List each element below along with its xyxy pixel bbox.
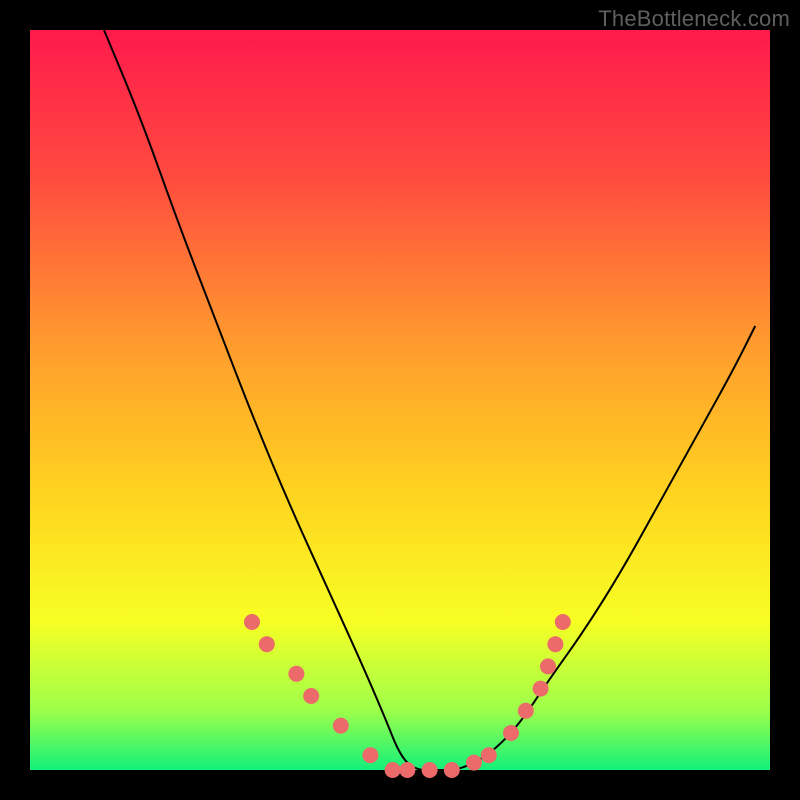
marker-dot: [385, 762, 401, 778]
marker-dot: [555, 614, 571, 630]
marker-dot: [444, 762, 460, 778]
marker-dot: [333, 718, 349, 734]
watermark-text: TheBottleneck.com: [598, 6, 790, 32]
marker-dot: [547, 636, 563, 652]
marker-dot: [533, 681, 549, 697]
marker-dot: [540, 658, 556, 674]
marker-dot: [303, 688, 319, 704]
plot-area: [30, 30, 770, 770]
marker-dot: [399, 762, 415, 778]
marker-dot: [288, 666, 304, 682]
chart-container: TheBottleneck.com: [0, 0, 800, 800]
marker-dot: [259, 636, 275, 652]
marker-dot: [481, 747, 497, 763]
marker-dot: [422, 762, 438, 778]
marker-dot: [466, 755, 482, 771]
marker-dot: [362, 747, 378, 763]
marker-dot: [503, 725, 519, 741]
marker-dot: [244, 614, 260, 630]
bottleneck-chart: [0, 0, 800, 800]
marker-dot: [518, 703, 534, 719]
